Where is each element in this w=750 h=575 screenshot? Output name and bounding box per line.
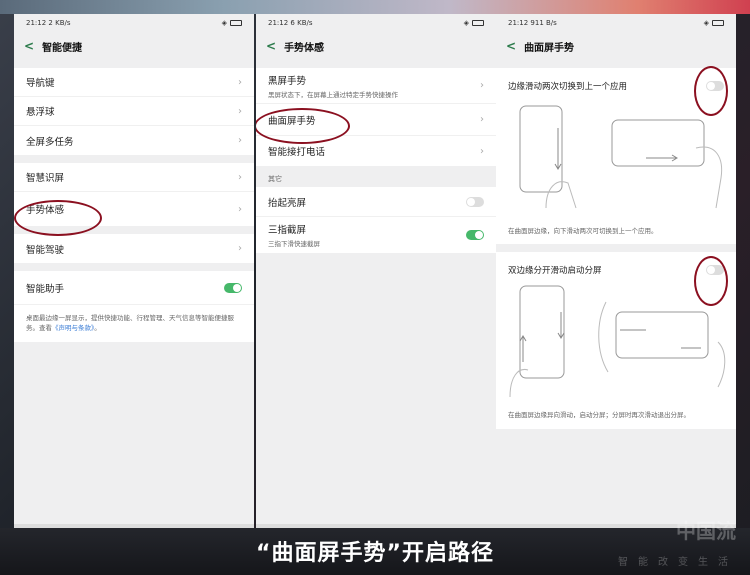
menu-item-raise-to-wake[interactable]: 抬起亮屏 (256, 187, 496, 217)
card-title: 双边缘分开滑动启动分屏 (508, 266, 602, 277)
chevron-right-icon: › (238, 135, 242, 146)
raise-wake-toggle[interactable] (466, 196, 484, 207)
title-bar: < 手势体感 (256, 32, 496, 60)
watermark-logo: 中国流 (676, 519, 736, 543)
menu-item-smart-assistant[interactable]: 智能助手 (14, 271, 254, 305)
terms-link[interactable]: 《声明与条款》 (52, 324, 94, 332)
status-time: 21:12 (26, 19, 47, 27)
wifi-icon: ◈ (463, 19, 469, 27)
page-title: 智能便捷 (42, 42, 83, 54)
card-description: 在曲面屏边缘，向下滑动两次可切换到上一个应用。 (508, 227, 658, 235)
screenshot-toggle[interactable] (466, 230, 484, 240)
status-speed: 911 B/s (530, 19, 557, 27)
menu-item-nav-keys[interactable]: 导航键 › (14, 68, 254, 97)
menu-item-three-finger-screenshot[interactable]: 三指截屏三指下滑快速截屏 (256, 217, 496, 253)
card-description: 在曲面屏边缘异向滑动，启动分屏；分屏时再次滑动退出分屏。 (508, 411, 690, 420)
item-label: 智能接打电话 (268, 147, 326, 158)
item-sublabel: 三指下滑快速截屏 (268, 240, 320, 248)
item-label: 智能驾驶 (26, 244, 65, 256)
menu-item-multitask[interactable]: 全屏多任务 › (14, 126, 254, 155)
watermark-slogan: 智能改变生活 (618, 557, 738, 568)
assistant-toggle[interactable] (224, 282, 242, 293)
highlight-circle (694, 256, 728, 306)
background-top (0, 0, 750, 14)
item-label: 智慧识屏 (26, 173, 65, 184)
item-label: 悬浮球 (26, 107, 55, 118)
settings-group-1: 导航键 › 悬浮球 › 全屏多任务 › (14, 68, 254, 155)
status-time: 21:12 (508, 19, 529, 27)
card-title: 边缘滑动两次切换到上一个应用 (508, 82, 628, 92)
other-group: 抬起亮屏 三指截屏三指下滑快速截屏 (256, 187, 496, 253)
highlight-circle (694, 66, 728, 116)
highlight-circle (14, 200, 102, 236)
back-icon[interactable]: < (266, 39, 276, 53)
title-bar: < 智能便捷 (14, 32, 254, 60)
item-sublabel: 黑屏状态下，在屏幕上通过特定手势快捷操作 (268, 90, 398, 99)
status-bar: 21:12 6 KB/s ◈ (256, 14, 496, 32)
menu-item-blackscreen-gesture[interactable]: 黑屏手势黑屏状态下，在屏幕上通过特定手势快捷操作 › (256, 68, 496, 104)
battery-icon (472, 20, 484, 26)
status-speed: 2 KB/s (48, 19, 71, 27)
status-speed: 6 KB/s (290, 19, 313, 27)
wifi-icon: ◈ (221, 19, 227, 27)
status-bar: 21:12 911 B/s ◈ (496, 14, 736, 32)
settings-group-3: 智能驾驶 › (14, 234, 254, 263)
back-icon[interactable]: < (24, 39, 34, 53)
chevron-right-icon: › (238, 171, 242, 183)
item-label: 全屏多任务 (26, 136, 74, 148)
chevron-right-icon: › (238, 76, 242, 88)
page-title: 手势体感 (284, 42, 325, 54)
item-label: 智能助手 (26, 283, 65, 295)
assistant-description: 桌面最边缘一屏显示，提供快捷功能、行程管理、天气信息等智能便捷服务。查看《声明与… (26, 314, 234, 333)
screen-gestures: 21:12 6 KB/s ◈ < 手势体感 黑屏手势黑屏状态下，在屏幕上通过特定… (256, 14, 496, 528)
item-label: 三指截屏 (268, 225, 307, 236)
page-title: 曲面屏手势 (524, 42, 575, 54)
status-bar: 21:12 2 KB/s ◈ (14, 14, 254, 32)
item-label: 黑屏手势 (268, 75, 307, 87)
settings-group-4: 智能助手 桌面最边缘一屏显示，提供快捷功能、行程管理、天气信息等智能便捷服务。查… (14, 271, 254, 342)
chevron-right-icon: › (238, 203, 242, 215)
item-label: 抬起亮屏 (268, 197, 307, 209)
chevron-right-icon: › (480, 114, 484, 125)
battery-icon (712, 20, 724, 26)
back-icon[interactable]: < (506, 39, 516, 53)
menu-item-screen-recognition[interactable]: 智慧识屏 › (14, 163, 254, 192)
battery-icon (230, 20, 242, 26)
menu-item-float-ball[interactable]: 悬浮球 › (14, 97, 254, 126)
screen-curved-gestures: 21:12 911 B/s ◈ < 曲面屏手势 边缘滑动两次切换到上一个应用 在… (496, 14, 736, 528)
chevron-right-icon: › (480, 145, 484, 157)
item-label: 导航键 (26, 78, 55, 89)
highlight-circle (256, 108, 350, 144)
wifi-icon: ◈ (703, 19, 709, 27)
screen-smart-convenience: 21:12 2 KB/s ◈ < 智能便捷 导航键 › 悬浮球 › 全屏多任务 › 智… (14, 14, 254, 528)
section-label: 其它 (268, 175, 282, 183)
gesture-illustration (496, 98, 736, 218)
chevron-right-icon: › (238, 243, 242, 254)
status-time: 21:12 (268, 19, 289, 27)
title-bar: < 曲面屏手势 (496, 32, 736, 60)
menu-item-smart-driving[interactable]: 智能驾驶 › (14, 234, 254, 263)
chevron-right-icon: › (238, 105, 242, 117)
chevron-right-icon: › (480, 80, 484, 91)
